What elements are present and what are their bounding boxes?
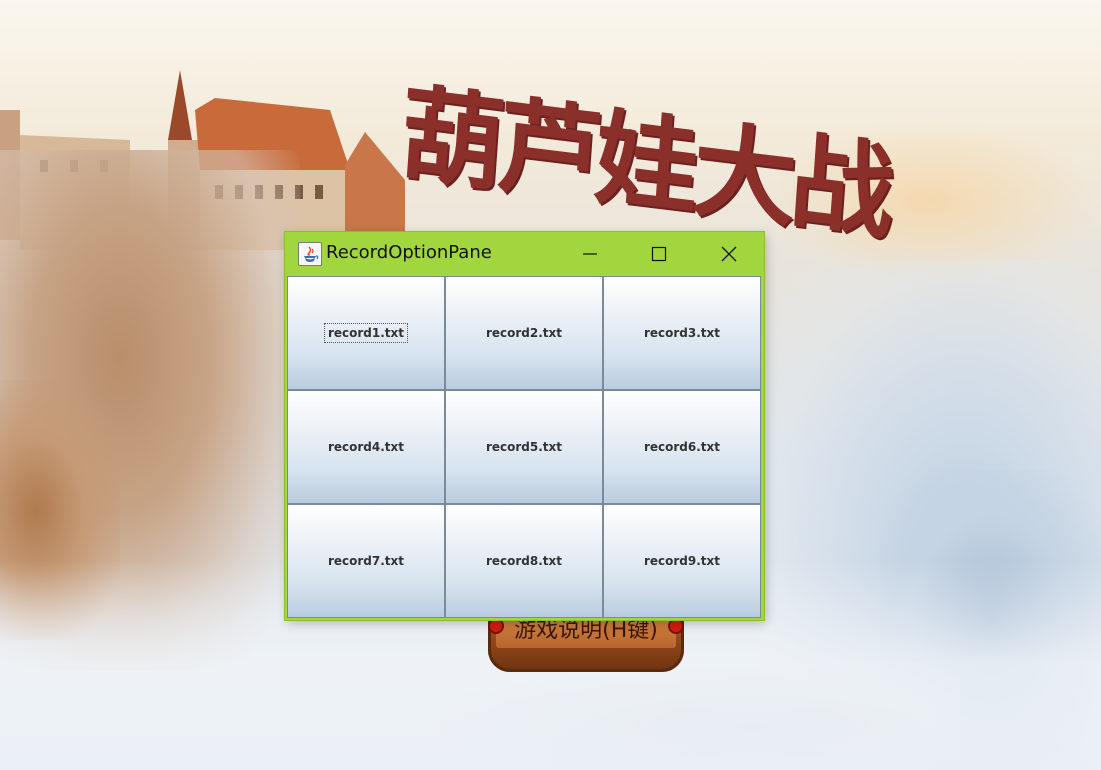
record-label: record8.txt xyxy=(485,554,563,568)
title-bar[interactable]: RecordOptionPane xyxy=(285,232,764,276)
record-button-8[interactable]: record8.txt xyxy=(446,505,602,617)
minimize-button[interactable] xyxy=(559,232,621,276)
record-button-2[interactable]: record2.txt xyxy=(446,277,602,389)
maximize-icon xyxy=(651,246,667,262)
record-label: record1.txt xyxy=(323,323,409,343)
close-icon xyxy=(721,246,737,262)
record-button-4[interactable]: record4.txt xyxy=(288,391,444,503)
record-label: record3.txt xyxy=(643,326,721,340)
record-button-6[interactable]: record6.txt xyxy=(604,391,760,503)
window-title: RecordOptionPane xyxy=(326,242,492,263)
record-label: record6.txt xyxy=(643,440,721,454)
java-icon xyxy=(298,242,322,266)
minimize-icon xyxy=(583,253,597,255)
record-label: record7.txt xyxy=(327,554,405,568)
record-button-3[interactable]: record3.txt xyxy=(604,277,760,389)
record-option-dialog: RecordOptionPane record1.txt record2.txt… xyxy=(285,232,764,620)
game-background: 葫芦娃大战 游戏说明(H键) RecordOptionPane record1.… xyxy=(0,0,1101,770)
maximize-button[interactable] xyxy=(628,232,690,276)
record-button-9[interactable]: record9.txt xyxy=(604,505,760,617)
record-grid: record1.txt record2.txt record3.txt reco… xyxy=(287,276,761,618)
record-label: record5.txt xyxy=(485,440,563,454)
record-label: record9.txt xyxy=(643,554,721,568)
record-label: record4.txt xyxy=(327,440,405,454)
game-title: 葫芦娃大战 xyxy=(396,72,893,254)
record-label: record2.txt xyxy=(485,326,563,340)
record-button-1[interactable]: record1.txt xyxy=(288,277,444,389)
record-button-5[interactable]: record5.txt xyxy=(446,391,602,503)
close-button[interactable] xyxy=(698,232,760,276)
record-button-7[interactable]: record7.txt xyxy=(288,505,444,617)
